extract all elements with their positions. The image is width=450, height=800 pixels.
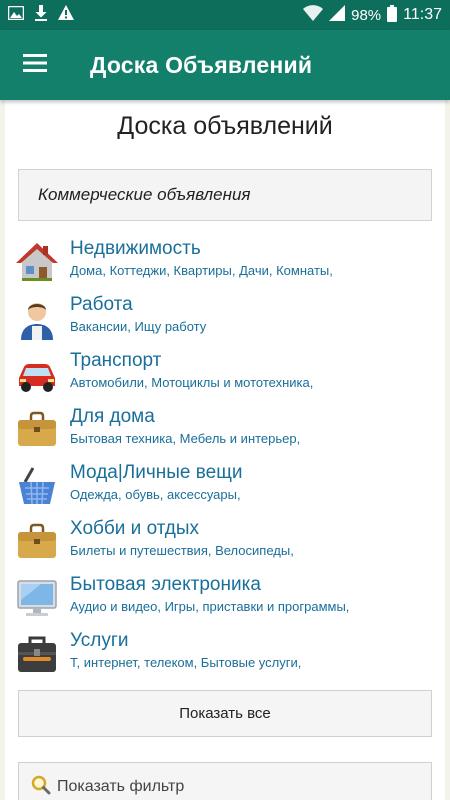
- category-name: Хобби и отдых: [70, 518, 200, 539]
- battery-level: 98%: [351, 6, 382, 24]
- category-subtitle: Вакансии, Ищу работу: [70, 319, 207, 334]
- category-subtitle: Бытовая техника, Мебель и интерьер,: [70, 431, 301, 446]
- basket-icon: [15, 464, 59, 508]
- status-bar: 98% 11:37: [0, 0, 450, 30]
- worker-icon: [15, 296, 59, 340]
- category-subtitle: Аудио и видео, Игры, приставки и програм…: [70, 599, 350, 614]
- category-hobby[interactable]: Хобби и отдых Билеты и путешествия, Вело…: [15, 518, 435, 568]
- page-title: Доска объявлений: [117, 112, 333, 140]
- category-jobs[interactable]: Работа Вакансии, Ищу работу: [15, 294, 435, 344]
- category-name: Мода|Личные вещи: [70, 462, 243, 483]
- category-name: Работа: [70, 294, 133, 315]
- show-filter-label: Показать фильтр: [57, 778, 185, 795]
- category-name: Транспорт: [70, 350, 162, 371]
- category-home[interactable]: Для дома Бытовая техника, Мебель и интер…: [15, 406, 435, 456]
- hamburger-menu-icon: [23, 53, 47, 77]
- signal-icon: [329, 5, 346, 25]
- house-icon: [15, 240, 59, 284]
- briefcase-icon: [15, 408, 59, 452]
- car-icon: [15, 352, 59, 396]
- category-real-estate[interactable]: Недвижимость Дома, Коттеджи, Квартиры, Д…: [15, 238, 435, 288]
- battery-icon: [387, 4, 398, 26]
- magnifier-icon: [31, 775, 51, 800]
- app-bar: Доска Объявлений: [0, 30, 450, 100]
- commercial-ads-button[interactable]: Коммерческие объявления: [18, 169, 432, 221]
- clock: 11:37: [403, 6, 442, 23]
- category-services[interactable]: Услуги Т, интернет, телеком, Бытовые усл…: [15, 630, 435, 680]
- show-all-button[interactable]: Показать все: [18, 690, 432, 737]
- category-subtitle: Дома, Коттеджи, Квартиры, Дачи, Комнаты,: [70, 263, 333, 278]
- warning-icon: [58, 5, 74, 25]
- show-filter-button[interactable]: Показать фильтр: [18, 762, 432, 800]
- category-transport[interactable]: Транспорт Автомобили, Мотоциклы и мототе…: [15, 350, 435, 400]
- category-name: Услуги: [70, 630, 129, 651]
- category-electronics[interactable]: Бытовая электроника Аудио и видео, Игры,…: [15, 574, 435, 624]
- monitor-icon: [15, 576, 59, 620]
- category-subtitle: Одежда, обувь, аксессуары,: [70, 487, 241, 502]
- main-content: Доска объявлений Коммерческие объявления…: [5, 100, 445, 800]
- app-title: Доска Объявлений: [90, 51, 313, 78]
- category-subtitle: Автомобили, Мотоциклы и мототехника,: [70, 375, 314, 390]
- image-icon: [7, 5, 25, 25]
- download-icon: [34, 4, 48, 26]
- category-name: Для дома: [70, 406, 155, 427]
- wifi-icon: [303, 5, 324, 25]
- toolbox-icon: [15, 632, 59, 676]
- menu-button[interactable]: [0, 30, 70, 100]
- category-name: Недвижимость: [70, 238, 201, 259]
- category-name: Бытовая электроника: [70, 574, 261, 595]
- category-subtitle: Т, интернет, телеком, Бытовые услуги,: [70, 655, 302, 670]
- briefcase-icon: [15, 520, 59, 564]
- category-fashion[interactable]: Мода|Личные вещи Одежда, обувь, аксессуа…: [15, 462, 435, 512]
- category-subtitle: Билеты и путешествия, Велосипеды,: [70, 543, 294, 558]
